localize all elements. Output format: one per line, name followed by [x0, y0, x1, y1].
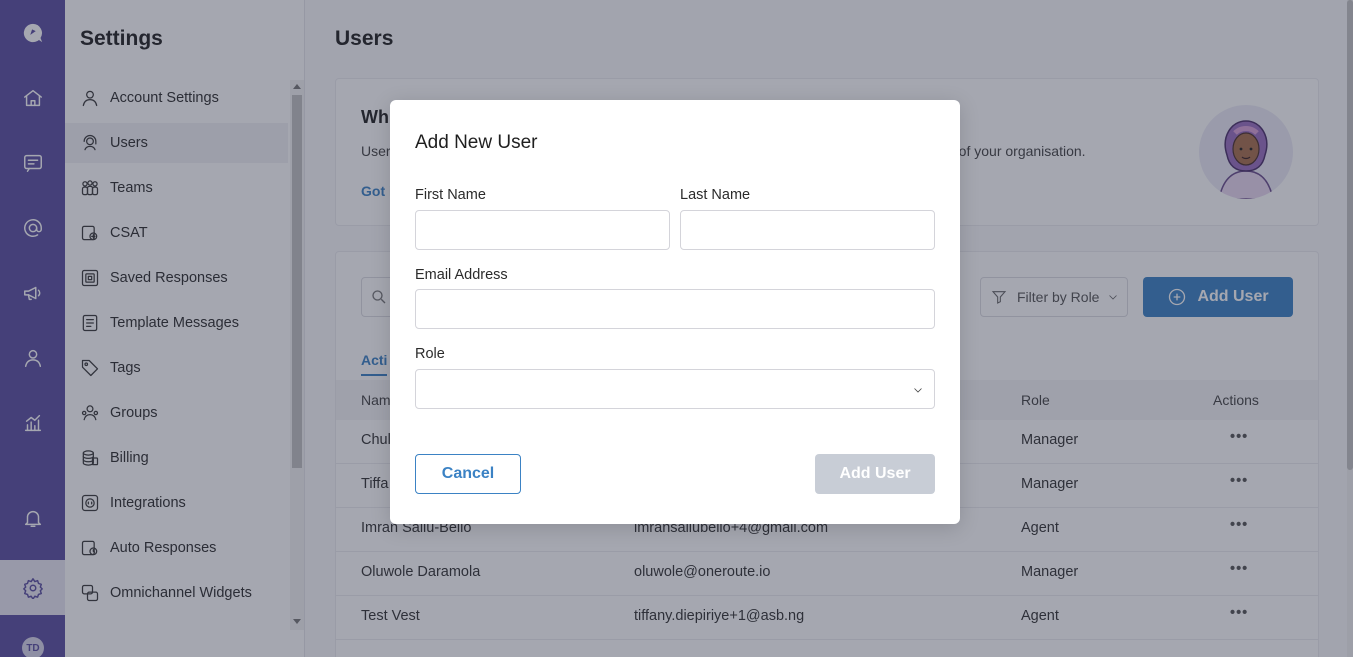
last-name-label: Last Name — [680, 187, 751, 203]
first-name-input[interactable] — [415, 210, 670, 250]
first-name-label: First Name — [415, 187, 486, 203]
dialog-title: Add New User — [415, 132, 538, 153]
chevron-down-icon — [914, 388, 922, 393]
add-user-submit-button[interactable]: Add User — [815, 454, 935, 494]
last-name-input[interactable] — [680, 210, 935, 250]
cancel-button[interactable]: Cancel — [415, 454, 521, 494]
role-select[interactable] — [415, 369, 935, 409]
role-label: Role — [415, 346, 445, 362]
email-address-input[interactable] — [415, 289, 935, 329]
add-new-user-dialog: Add New User First Name Last Name Email … — [390, 100, 960, 524]
email-address-label: Email Address — [415, 267, 508, 283]
